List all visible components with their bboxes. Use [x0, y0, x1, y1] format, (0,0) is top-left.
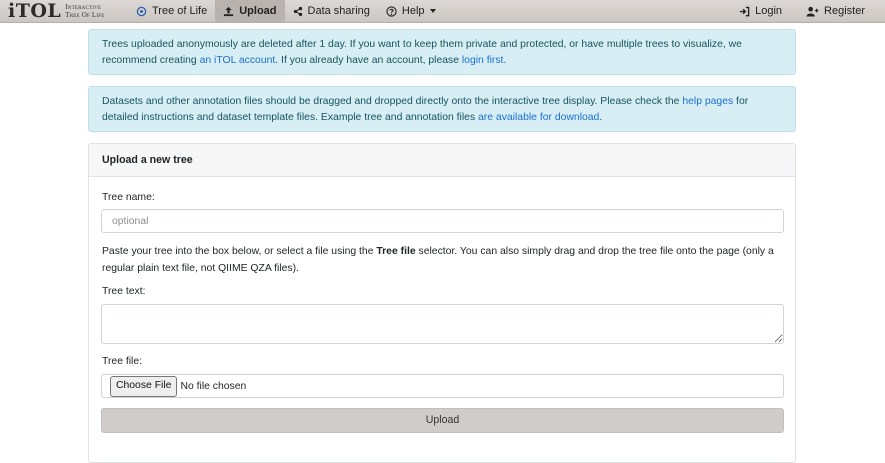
chevron-down-icon — [429, 9, 436, 13]
card-title: Upload a new tree — [89, 144, 795, 177]
tree-file-label: Tree file: — [102, 356, 143, 367]
tree-name-input[interactable] — [101, 209, 784, 233]
login-icon — [740, 6, 750, 16]
nav-data-sharing-label: Data sharing — [307, 5, 370, 17]
alert2-text-3: . — [599, 112, 603, 123]
nav-tree-of-life[interactable]: Tree of Life — [128, 0, 215, 22]
tree-file-bold: Tree file — [376, 246, 416, 257]
alert2-text-1: Datasets and other annotation files shou… — [102, 96, 683, 107]
logo-subtitle-line1: Interactive — [65, 3, 102, 11]
question-icon — [386, 5, 397, 17]
tree-file-input[interactable]: Choose File No file chosen — [101, 374, 784, 398]
nav-tree-of-life-label: Tree of Life — [152, 5, 208, 17]
help-pages-link[interactable]: help pages — [682, 96, 733, 107]
nav-login-label: Login — [755, 5, 783, 17]
upload-help-text: Paste your tree into the box below, or s… — [102, 243, 792, 277]
nav-help-label: Help — [401, 5, 425, 17]
logo-text: iTOL — [8, 0, 62, 22]
tree-name-label: Tree name: — [102, 192, 155, 203]
upload-button[interactable]: Upload — [101, 408, 784, 433]
tree-text-area[interactable] — [101, 304, 784, 344]
choose-file-button[interactable]: Choose File — [110, 375, 178, 397]
download-examples-link[interactable]: are available for download — [478, 112, 599, 123]
logo-subtitle-line2: Tree Of Life — [65, 11, 105, 19]
nav-register-label: Register — [824, 5, 865, 17]
logo-subtitle: Interactive Tree Of Life — [65, 3, 104, 19]
nav-register[interactable]: Register — [798, 0, 885, 22]
upload-icon — [224, 6, 234, 16]
upload-tree-card: Upload a new tree Tree name: Paste your … — [88, 143, 796, 463]
tree-icon — [136, 6, 147, 16]
anonymous-upload-alert: Trees uploaded anonymously are deleted a… — [88, 29, 796, 75]
nav-upload[interactable]: Upload — [215, 0, 285, 22]
alert1-text-2: . If you already have an account, please — [275, 55, 462, 66]
itol-account-link[interactable]: an iTOL account — [200, 55, 276, 66]
nav-upload-label: Upload — [239, 5, 277, 17]
login-first-link[interactable]: login first — [462, 55, 504, 66]
datasets-info-alert: Datasets and other annotation files shou… — [88, 86, 796, 132]
alert1-text-3: . — [503, 55, 507, 66]
top-navbar: iTOL Interactive Tree Of Life Tree of Li… — [0, 0, 885, 23]
upload-help-text-1: Paste your tree into the box below, or s… — [102, 246, 377, 257]
share-icon — [293, 6, 302, 16]
add-user-icon — [806, 6, 819, 17]
itol-logo[interactable]: iTOL Interactive Tree Of Life — [0, 0, 112, 22]
nav-data-sharing[interactable]: Data sharing — [285, 0, 378, 22]
nav-login[interactable]: Login — [731, 0, 798, 22]
tree-text-label: Tree text: — [102, 286, 146, 297]
file-status-text: No file chosen — [180, 380, 247, 392]
nav-help-dropdown[interactable]: Help — [378, 0, 444, 22]
